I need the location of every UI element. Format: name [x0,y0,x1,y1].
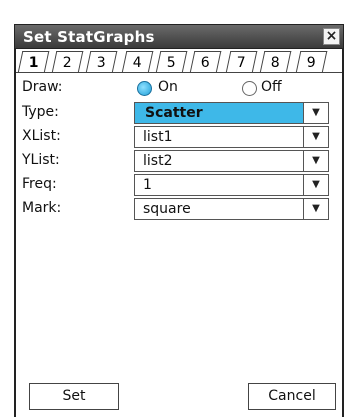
tab-7[interactable]: 7 [225,51,258,73]
tab-1[interactable]: 1 [17,51,50,73]
tab-3[interactable]: 3 [85,51,118,73]
tab-4[interactable]: 4 [121,51,154,73]
freq-dropdown-button[interactable]: ▼ [303,174,329,196]
xlist-select[interactable]: list1 [134,126,304,148]
mark-dropdown-button[interactable]: ▼ [303,198,329,220]
xlist-dropdown-button[interactable]: ▼ [303,126,329,148]
type-label: Type: [22,104,59,120]
mark-select[interactable]: square [134,198,304,220]
dialog-title: Set StatGraphs [23,28,155,46]
draw-on-label: On [158,79,178,95]
mark-label: Mark: [22,200,62,216]
draw-off-label: Off [261,79,282,95]
title-bar: Set StatGraphs × [14,24,344,49]
chevron-down-icon: ▼ [312,179,320,190]
ylist-select[interactable]: list2 [134,150,304,172]
draw-off-radio[interactable] [242,81,257,96]
tab-strip: 1 2 3 4 5 6 7 8 9 [17,51,342,73]
draw-on-radio[interactable] [137,81,152,96]
tab-9[interactable]: 9 [295,51,328,73]
type-dropdown-button[interactable]: ▼ [303,102,329,124]
freq-label: Freq: [22,176,57,192]
tab-8[interactable]: 8 [259,51,292,73]
tab-5[interactable]: 5 [155,51,188,73]
draw-label: Draw: [22,79,63,95]
close-icon: × [325,28,338,44]
type-select[interactable]: Scatter [134,102,304,124]
chevron-down-icon: ▼ [312,107,320,118]
chevron-down-icon: ▼ [312,203,320,214]
ylist-dropdown-button[interactable]: ▼ [303,150,329,172]
cancel-button[interactable]: Cancel [248,383,336,410]
xlist-label: XList: [22,128,61,144]
set-button[interactable]: Set [29,383,119,410]
tab-divider [16,72,342,73]
chevron-down-icon: ▼ [312,131,320,142]
freq-select[interactable]: 1 [134,174,304,196]
tab-6[interactable]: 6 [189,51,222,73]
ylist-label: YList: [22,152,60,168]
close-button[interactable]: × [323,28,340,45]
dialog-window [14,24,344,417]
chevron-down-icon: ▼ [312,155,320,166]
tab-2[interactable]: 2 [51,51,84,73]
